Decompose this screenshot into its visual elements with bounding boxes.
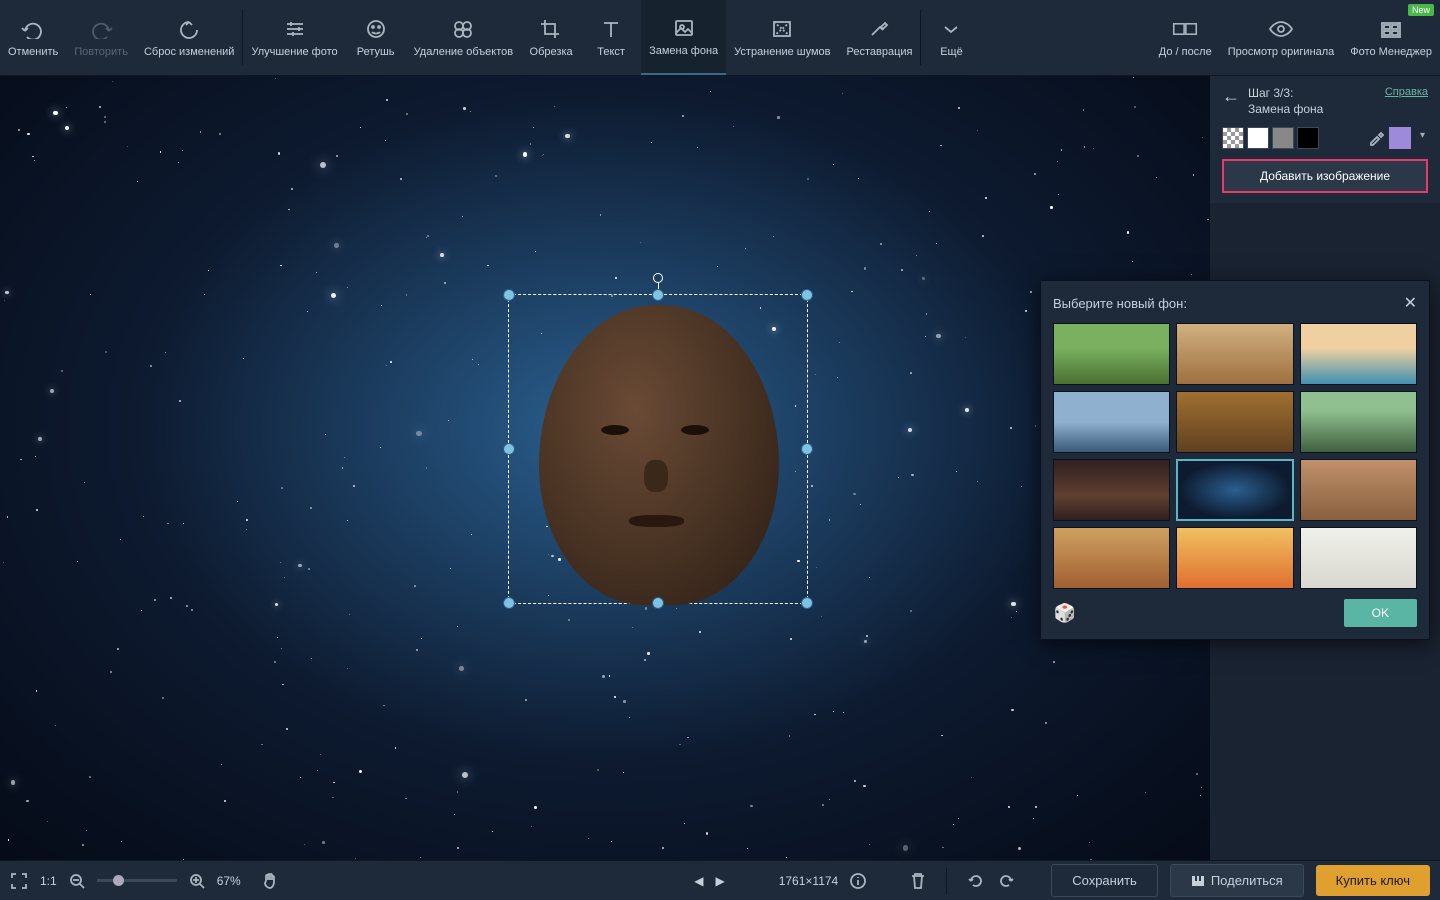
next-icon[interactable]: ▶ — [715, 874, 724, 888]
subject-image[interactable] — [539, 305, 779, 605]
bg-thumb-4[interactable] — [1176, 391, 1293, 453]
image-dimensions: 1761×1174 — [779, 874, 839, 888]
hand-tool-icon[interactable] — [261, 872, 279, 890]
zoom-in-icon[interactable] — [189, 873, 205, 889]
enhance-button[interactable]: Улучшение фото — [243, 0, 345, 75]
right-panel: ← Шаг 3/3:Замена фона Справка Добавить и… — [1210, 76, 1440, 203]
remove-obj-button[interactable]: Удаление объектов — [406, 0, 521, 75]
trash-icon[interactable] — [910, 872, 926, 890]
rotate-cw-icon[interactable] — [997, 872, 1015, 890]
handle-tr[interactable] — [801, 289, 813, 301]
more-button[interactable]: Ещё — [921, 0, 981, 75]
save-button[interactable]: Сохранить — [1051, 864, 1158, 897]
selection-box[interactable] — [508, 294, 808, 604]
buy-button[interactable]: Купить ключ — [1316, 865, 1430, 896]
crop-button[interactable]: Обрезка — [521, 0, 581, 75]
bg-replace-label: Замена фона — [649, 45, 718, 58]
bg-thumb-11[interactable] — [1300, 527, 1417, 589]
view-original-button[interactable]: Просмотр оригинала — [1220, 0, 1343, 75]
bg-thumb-1[interactable] — [1176, 323, 1293, 385]
retouch-label: Ретушь — [357, 46, 395, 59]
popup-title: Выберите новый фон: — [1053, 296, 1187, 311]
zoom-slider[interactable] — [97, 879, 177, 882]
fullscreen-icon[interactable] — [10, 872, 28, 890]
prev-icon[interactable]: ◀ — [694, 874, 703, 888]
color-swatches — [1222, 127, 1428, 149]
more-label: Ещё — [940, 46, 963, 59]
swatch-white[interactable] — [1247, 127, 1269, 149]
add-image-button[interactable]: Добавить изображение — [1222, 159, 1428, 193]
swatch-transparent[interactable] — [1222, 127, 1244, 149]
before-after-button[interactable]: До / после — [1151, 0, 1220, 75]
bg-thumb-7[interactable] — [1176, 459, 1293, 521]
zoom-percent: 67% — [217, 874, 241, 888]
main-toolbar: Отменить Повторить Сброс изменений Улучш… — [0, 0, 1440, 76]
handle-tl[interactable] — [503, 289, 515, 301]
panel-title: Шаг 3/3:Замена фона — [1248, 86, 1377, 117]
undo-label: Отменить — [8, 46, 58, 59]
restore-button[interactable]: Реставрация — [839, 0, 921, 75]
before-after-label: До / после — [1159, 46, 1212, 59]
new-badge: New — [1408, 4, 1434, 16]
text-label: Текст — [597, 46, 625, 59]
bg-thumb-0[interactable] — [1053, 323, 1170, 385]
redo-label: Повторить — [74, 46, 128, 59]
denoise-label: Устранение шумов — [734, 46, 830, 59]
reset-label: Сброс изменений — [144, 46, 234, 59]
background-grid — [1053, 323, 1417, 589]
reset-button[interactable]: Сброс изменений — [136, 0, 242, 75]
bg-thumb-8[interactable] — [1300, 459, 1417, 521]
eyedropper-icon[interactable] — [1366, 128, 1386, 148]
bottom-bar: 1:1 67% ◀ ▶ 1761×1174 Сохранить Поделить… — [0, 860, 1440, 900]
text-button[interactable]: Текст — [581, 0, 641, 75]
undo-button[interactable]: Отменить — [0, 0, 66, 75]
restore-label: Реставрация — [847, 46, 913, 59]
denoise-button[interactable]: Устранение шумов — [726, 0, 838, 75]
bg-thumb-3[interactable] — [1053, 391, 1170, 453]
bg-thumb-6[interactable] — [1053, 459, 1170, 521]
rotate-handle[interactable] — [653, 273, 663, 283]
random-dice-icon[interactable]: 🎲 — [1053, 601, 1077, 625]
bg-thumb-2[interactable] — [1300, 323, 1417, 385]
share-button[interactable]: Поделиться — [1170, 864, 1304, 897]
handle-l[interactable] — [503, 443, 515, 455]
rotate-ccw-icon[interactable] — [967, 872, 985, 890]
retouch-button[interactable]: Ретушь — [346, 0, 406, 75]
background-picker-popup: Выберите новый фон: ✕ 🎲 OK — [1040, 280, 1430, 640]
photo-manager-label: Фото Менеджер — [1350, 46, 1432, 59]
handle-br[interactable] — [801, 597, 813, 609]
info-icon[interactable] — [850, 873, 866, 889]
canvas[interactable] — [0, 76, 1210, 860]
swatch-gray[interactable] — [1272, 127, 1294, 149]
zoom-ratio[interactable]: 1:1 — [40, 874, 57, 888]
close-icon[interactable]: ✕ — [1404, 293, 1417, 313]
bg-thumb-9[interactable] — [1053, 527, 1170, 589]
handle-t[interactable] — [652, 289, 664, 301]
crop-label: Обрезка — [530, 46, 573, 59]
back-arrow[interactable]: ← — [1222, 86, 1240, 107]
view-original-label: Просмотр оригинала — [1228, 46, 1335, 59]
remove-obj-label: Удаление объектов — [414, 46, 513, 59]
color-dropdown[interactable] — [1389, 127, 1411, 149]
handle-b[interactable] — [652, 597, 664, 609]
bg-thumb-5[interactable] — [1300, 391, 1417, 453]
bg-thumb-10[interactable] — [1176, 527, 1293, 589]
ok-button[interactable]: OK — [1344, 599, 1417, 627]
swatch-black[interactable] — [1297, 127, 1319, 149]
enhance-label: Улучшение фото — [251, 46, 337, 59]
bg-replace-button[interactable]: Замена фона — [641, 0, 726, 75]
handle-r[interactable] — [801, 443, 813, 455]
handle-bl[interactable] — [503, 597, 515, 609]
help-link[interactable]: Справка — [1385, 86, 1428, 98]
zoom-out-icon[interactable] — [69, 873, 85, 889]
redo-button[interactable]: Повторить — [66, 0, 136, 75]
